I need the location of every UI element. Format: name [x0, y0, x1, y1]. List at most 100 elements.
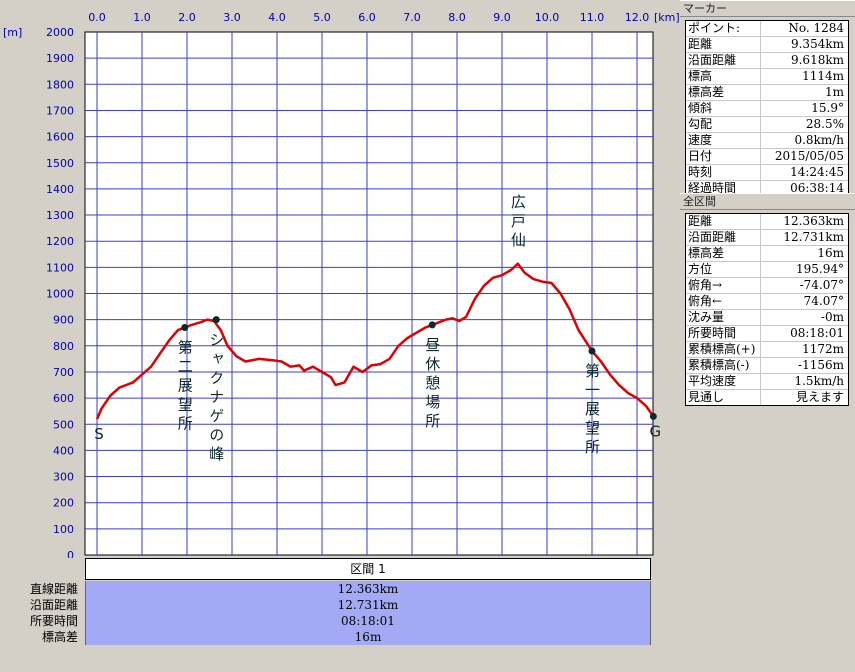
info-row-label: ポイント: [686, 21, 761, 36]
info-row: 標高差 16m [686, 246, 848, 262]
y-tick-label: 1000 [46, 288, 74, 301]
summary-row-value: 16m [85, 629, 651, 645]
summary-row-value: 12.731km [85, 597, 651, 613]
info-row: ポイント: No. 1284 [686, 21, 848, 37]
info-row-label: 時刻 [686, 165, 761, 180]
info-row: 見通し 見えます [686, 390, 848, 405]
info-row-label: 俯角← [686, 294, 761, 309]
info-row-label: 平均速度 [686, 374, 761, 389]
waypoint-marker[interactable] [212, 316, 220, 324]
y-tick-label: 1400 [46, 183, 74, 196]
grid-lines [85, 32, 653, 555]
info-row-value: 15.9° [811, 101, 844, 115]
info-row-value: 1m [824, 85, 844, 99]
info-row: 方位 195.94° [686, 262, 848, 278]
whole-section-panel-title: 全区間 [680, 193, 855, 210]
x-tick-label: 8.0 [448, 11, 466, 24]
x-tick-label: 7.0 [403, 11, 421, 24]
y-tick-label: 700 [53, 366, 74, 379]
info-row: 累積標高(+) 1172m [686, 342, 848, 358]
y-axis-unit-label: [m] [3, 26, 22, 39]
y-axis-ticks: 0 100 200 300 400 500 600 700 800 900 1000 1100 1200… [46, 26, 74, 558]
info-row-value: 9.618km [790, 53, 844, 67]
summary-row-value: 12.363km [85, 581, 651, 597]
summary-row: 沿面距離 12.731km [0, 597, 680, 613]
info-row: 俯角→ -74.07° [686, 278, 848, 294]
info-row-label: 日付 [686, 149, 761, 164]
info-row: 距離 12.363km [686, 214, 848, 230]
waypoint-marker[interactable] [649, 412, 657, 420]
info-row: 速度 0.8km/h [686, 133, 848, 149]
whole-section-info-table: 距離 12.363km 沿面距離 12.731km 標高差 16m 方位 195.94° 俯角→… [685, 213, 849, 406]
info-row-label: 所要時間 [686, 326, 761, 341]
info-row-label: 標高差 [686, 85, 761, 100]
waypoint-label: 広戸仙 [509, 194, 527, 251]
info-row-label: 距離 [686, 37, 761, 52]
info-row-value: No. 1284 [788, 21, 844, 35]
summary-row: 直線距離 12.363km [0, 581, 680, 597]
waypoint-label: シャクナゲの峰 [207, 332, 225, 465]
y-tick-label: 900 [53, 314, 74, 327]
info-row-value: 見えます [795, 390, 844, 404]
y-tick-label: 1700 [46, 104, 74, 117]
x-tick-label: 2.0 [178, 11, 196, 24]
x-tick-label: 10.0 [535, 11, 560, 24]
x-tick-label: 9.0 [493, 11, 511, 24]
info-row-value: 08:18:01 [790, 326, 844, 340]
section-header[interactable]: 区間 1 [85, 558, 651, 580]
y-tick-label: 300 [53, 471, 74, 484]
summary-row-label: 標高差 [41, 630, 78, 644]
summary-row-label: 沿面距離 [29, 598, 78, 612]
marker-info-table: ポイント: No. 1284 距離 9.354km 沿面距離 9.618km 標高 1114m… [685, 20, 849, 197]
info-row-label: 沿面距離 [686, 230, 761, 245]
waypoint-label: S [94, 425, 104, 443]
elevation-profile-chart[interactable]: 0 100 200 300 400 500 600 700 800 900 1000 1100 1200… [0, 0, 680, 558]
y-tick-label: 1800 [46, 78, 74, 91]
info-row: 時刻 14:24:45 [686, 165, 848, 181]
info-row: 日付 2015/05/05 [686, 149, 848, 165]
info-row-value: -1156m [798, 358, 844, 372]
info-row-value: 0.8km/h [794, 133, 844, 147]
info-row-value: 12.731km [783, 230, 844, 244]
info-row-value: 14:24:45 [790, 165, 844, 179]
summary-row-value: 08:18:01 [85, 613, 651, 629]
info-row-label: 沈み量 [686, 310, 761, 325]
y-tick-label: 2000 [46, 26, 74, 39]
waypoint-label: G [650, 422, 662, 440]
x-tick-label: 11.0 [580, 11, 605, 24]
y-tick-label: 1900 [46, 52, 74, 65]
info-row: 傾斜 15.9° [686, 101, 848, 117]
y-tick-label: 400 [53, 444, 74, 457]
x-tick-label: 4.0 [268, 11, 286, 24]
info-row-value: 16m [817, 246, 844, 260]
waypoint-marker[interactable] [588, 347, 596, 355]
x-axis-unit-label: [km] [654, 11, 680, 24]
info-row: 距離 9.354km [686, 37, 848, 53]
summary-row-label: 所要時間 [29, 614, 78, 628]
info-row-label: 標高差 [686, 246, 761, 261]
info-row-label: 沿面距離 [686, 53, 761, 68]
y-tick-label: 1600 [46, 131, 74, 144]
info-row-label: 方位 [686, 262, 761, 277]
info-row-value: -74.07° [799, 278, 844, 292]
info-row-value: 1172m [802, 342, 844, 356]
info-row-label: 速度 [686, 133, 761, 148]
info-row-label: 累積標高(-) [686, 358, 761, 373]
whole-section-panel: 全区間 距離 12.363km 沿面距離 12.731km 標高差 16m 方位 195.94… [680, 193, 855, 406]
y-tick-label: 1300 [46, 209, 74, 222]
y-tick-label: 100 [53, 523, 74, 536]
waypoint-label: 第二展望所 [176, 339, 194, 435]
waypoint-marker[interactable] [428, 321, 436, 329]
y-tick-label: 1100 [46, 261, 74, 274]
waypoint-marker[interactable] [181, 323, 189, 331]
info-row: 累積標高(-) -1156m [686, 358, 848, 374]
info-row-value: 1114m [802, 69, 844, 83]
y-tick-label: 1200 [46, 235, 74, 248]
info-row-label: 傾斜 [686, 101, 761, 116]
info-row-value: 1.5km/h [794, 374, 844, 388]
info-row-value: 74.07° [803, 294, 844, 308]
info-row-label: 距離 [686, 214, 761, 229]
x-tick-label: 5.0 [313, 11, 331, 24]
y-tick-label: 600 [53, 392, 74, 405]
info-row: 勾配 28.5% [686, 117, 848, 133]
